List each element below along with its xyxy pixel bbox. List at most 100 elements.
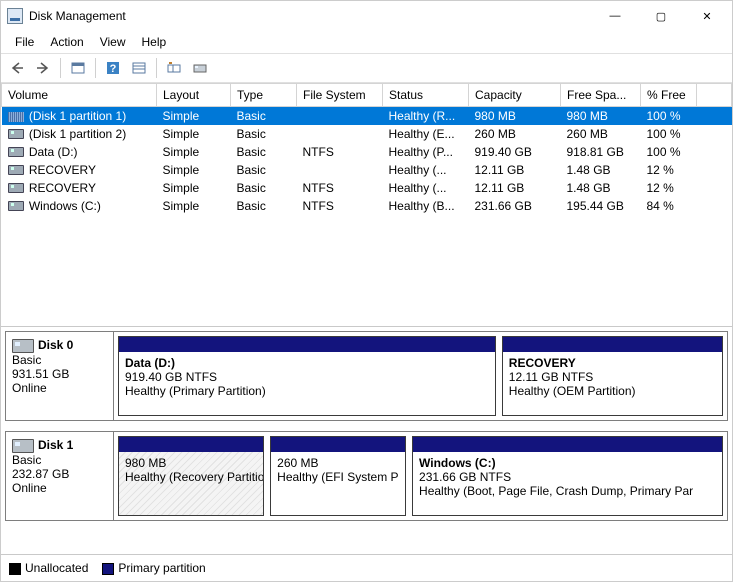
col-status[interactable]: Status [383, 84, 469, 107]
partition-title: Windows (C:) [419, 456, 716, 470]
volume-icon [8, 129, 24, 139]
cell-capacity-text: 12.11 GB [475, 181, 525, 195]
cell-capacity: 12.11 GB [469, 179, 561, 197]
partition-bar [119, 337, 495, 352]
partition[interactable]: Data (D:)919.40 GB NTFSHealthy (Primary … [118, 336, 496, 416]
partition-title: Data (D:) [125, 356, 489, 370]
cell-type-text: Basic [237, 109, 266, 123]
panel-icon [70, 60, 86, 76]
cell-pct-text: 12 % [647, 163, 674, 177]
list-button[interactable] [127, 56, 151, 80]
legend-unallocated: Unallocated [9, 561, 88, 575]
window-title: Disk Management [29, 9, 592, 23]
partition[interactable]: 260 MBHealthy (EFI System P [270, 436, 406, 516]
disk-header[interactable]: Disk 0Basic931.51 GBOnline [6, 332, 114, 420]
maximize-button[interactable]: ▢ [638, 1, 684, 31]
partition[interactable]: Windows (C:)231.66 GB NTFSHealthy (Boot,… [412, 436, 723, 516]
cell-layout: Simple [157, 161, 231, 179]
menu-file[interactable]: File [7, 33, 42, 51]
partition-line3: Healthy (Recovery Partition [125, 470, 257, 484]
partition[interactable]: 980 MBHealthy (Recovery Partition [118, 436, 264, 516]
disk-header[interactable]: Disk 1Basic232.87 GBOnline [6, 432, 114, 520]
menu-view[interactable]: View [92, 33, 134, 51]
cell-name: (Disk 1 partition 1) [2, 107, 157, 125]
col-layout[interactable]: Layout [157, 84, 231, 107]
cell-free: 1.48 GB [561, 161, 641, 179]
cell-type: Basic [231, 125, 297, 143]
col-type[interactable]: Type [231, 84, 297, 107]
cell-type-text: Basic [237, 127, 266, 141]
cell-pct: 100 % [641, 143, 697, 161]
cell-status-text: Healthy (R... [389, 109, 456, 123]
col-volume[interactable]: Volume [2, 84, 157, 107]
menu-action[interactable]: Action [42, 33, 91, 51]
cell-name-text: Windows (C:) [29, 199, 101, 213]
cell-capacity-text: 980 MB [475, 109, 516, 123]
cell-name: RECOVERY [2, 179, 157, 197]
refresh-button[interactable] [188, 56, 212, 80]
col-pctfree[interactable]: % Free [641, 84, 697, 107]
partition-bar [413, 437, 722, 452]
properties-button[interactable] [66, 56, 90, 80]
cell-type-text: Basic [237, 199, 266, 213]
cell-name: (Disk 1 partition 2) [2, 125, 157, 143]
cell-name: RECOVERY [2, 161, 157, 179]
cell-pct-text: 84 % [647, 199, 674, 213]
volume-icon [8, 183, 24, 193]
menu-help[interactable]: Help [134, 33, 175, 51]
disk-type: Basic [12, 353, 107, 367]
help-icon: ? [105, 60, 121, 76]
back-button[interactable] [5, 56, 29, 80]
partition-line2: 260 MB [277, 456, 399, 470]
volume-row[interactable]: RECOVERYSimpleBasicNTFSHealthy (...12.11… [2, 179, 732, 197]
col-capacity[interactable]: Capacity [469, 84, 561, 107]
cell-capacity-text: 231.66 GB [475, 199, 532, 213]
settings-button[interactable] [162, 56, 186, 80]
volume-row[interactable]: (Disk 1 partition 1)SimpleBasicHealthy (… [2, 107, 732, 125]
cell-pct-text: 100 % [647, 127, 681, 141]
cell-layout-text: Simple [163, 181, 200, 195]
col-freespace[interactable]: Free Spa... [561, 84, 641, 107]
cell-status: Healthy (P... [383, 143, 469, 161]
swatch-unallocated-icon [9, 563, 21, 575]
cell-layout-text: Simple [163, 199, 200, 213]
col-spacer [697, 84, 732, 107]
cell-name-text: Data (D:) [29, 145, 78, 159]
arrow-right-icon [35, 60, 51, 76]
forward-button[interactable] [31, 56, 55, 80]
cell-layout-text: Simple [163, 145, 200, 159]
cell-status: Healthy (... [383, 161, 469, 179]
minimize-button[interactable]: — [592, 1, 638, 31]
cell-layout: Simple [157, 125, 231, 143]
volume-row[interactable]: Windows (C:)SimpleBasicNTFSHealthy (B...… [2, 197, 732, 215]
close-button[interactable]: ✕ [684, 1, 730, 31]
toolbar-separator [156, 58, 157, 78]
app-icon [7, 8, 23, 24]
partition-bar [503, 337, 722, 352]
help-button[interactable]: ? [101, 56, 125, 80]
cell-capacity: 980 MB [469, 107, 561, 125]
disk-row: Disk 1Basic232.87 GBOnline980 MBHealthy … [5, 431, 728, 521]
volume-row[interactable]: RECOVERYSimpleBasicHealthy (...12.11 GB1… [2, 161, 732, 179]
partition-title: RECOVERY [509, 356, 716, 370]
partition-bar [119, 437, 263, 452]
cell-capacity-text: 12.11 GB [475, 163, 525, 177]
toolbar-separator [60, 58, 61, 78]
cell-free-text: 1.48 GB [567, 163, 611, 177]
swatch-primary-icon [102, 563, 114, 575]
partition[interactable]: RECOVERY12.11 GB NTFSHealthy (OEM Partit… [502, 336, 723, 416]
legend-unallocated-label: Unallocated [25, 561, 88, 575]
col-filesystem[interactable]: File System [297, 84, 383, 107]
volume-row[interactable]: Data (D:)SimpleBasicNTFSHealthy (P...919… [2, 143, 732, 161]
disk-name: Disk 1 [38, 438, 73, 452]
cell-type: Basic [231, 107, 297, 125]
volume-row[interactable]: (Disk 1 partition 2)Simple Basic Healthy (… [2, 125, 732, 143]
cell-type-text: Basic [237, 145, 266, 159]
disk-map: Disk 0Basic931.51 GBOnlineData (D:)919.4… [1, 327, 732, 554]
cell-layout: Simple [157, 197, 231, 215]
partition-line3: Healthy (Primary Partition) [125, 384, 489, 398]
volume-list[interactable]: Volume Layout Type File System Status Ca… [1, 83, 732, 327]
cell-free: 918.81 GB [561, 143, 641, 161]
cell-status-text: Healthy (E... [389, 127, 455, 141]
partition-body: Windows (C:)231.66 GB NTFSHealthy (Boot,… [413, 452, 722, 515]
